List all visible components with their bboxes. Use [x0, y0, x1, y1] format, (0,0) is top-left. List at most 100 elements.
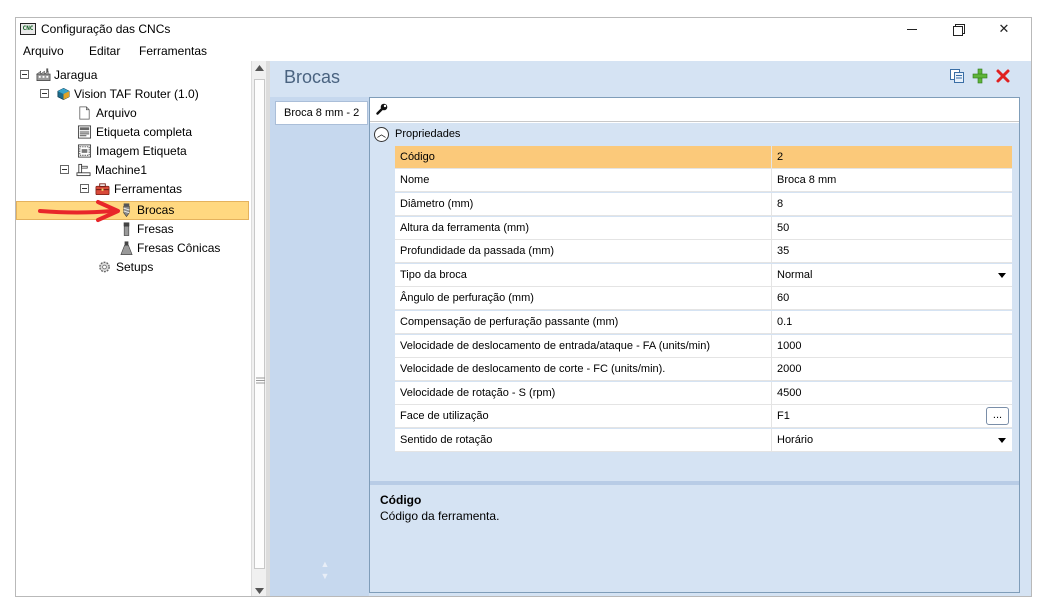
tab-strip: Broca 8 mm - 2 ▲ ▼ [270, 97, 369, 596]
property-name: Ângulo de perfuração (mm) [400, 292, 534, 304]
property-name: Altura da ferramenta (mm) [400, 222, 529, 234]
annotation-arrow [38, 200, 120, 222]
tree-node-etiqueta-completa[interactable]: Etiqueta completa [77, 123, 237, 141]
dropdown-arrow-icon[interactable] [998, 273, 1006, 278]
tree-label: Imagem Etiqueta [96, 144, 187, 158]
property-value[interactable]: 2 [777, 151, 783, 163]
ellipsis-button[interactable]: ... [986, 407, 1009, 425]
property-value[interactable]: 8 [777, 198, 783, 210]
property-value[interactable]: Broca 8 mm [777, 174, 836, 186]
property-name: Tipo da broca [400, 269, 467, 281]
scroll-thumb[interactable] [254, 79, 265, 569]
menu-arquivo[interactable]: Arquivo [23, 44, 64, 58]
end-mill-icon [123, 222, 130, 236]
menu-bar: Arquivo Editar Ferramentas [16, 41, 1031, 61]
add-icon[interactable] [972, 68, 988, 84]
tree-node-fresas-conicas[interactable]: Fresas Cônicas [119, 239, 239, 257]
tab-broca-8mm[interactable]: Broca 8 mm - 2 [275, 101, 368, 125]
property-grid-toolbar [370, 98, 1019, 122]
page-title: Brocas [284, 67, 341, 87]
property-row-codigo[interactable]: Código 2 [395, 146, 1012, 169]
property-row-altura[interactable]: Altura da ferramenta (mm) 50 [395, 217, 1012, 240]
category-row[interactable]: ︿ Propriedades [370, 123, 1019, 146]
label-icon [77, 125, 92, 139]
tree-label: Arquivo [96, 106, 137, 120]
image-label-icon [77, 144, 92, 158]
window-title: Configuração das CNCs [41, 22, 171, 36]
property-row-velocidade-rotacao[interactable]: Velocidade de rotação - S (rpm) 4500 [395, 382, 1012, 405]
property-row-angulo[interactable]: Ângulo de perfuração (mm) 60 [395, 287, 1012, 310]
maximize-button[interactable] [935, 18, 981, 41]
file-icon [79, 106, 90, 120]
property-name: Código [400, 151, 435, 163]
tree-label: Jaragua [54, 68, 98, 82]
title-bar: CNC Configuração das CNCs ✕ [16, 18, 1031, 41]
property-row-compensacao[interactable]: Compensação de perfuração passante (mm) … [395, 311, 1012, 334]
property-name: Nome [400, 174, 430, 186]
property-row-profundidade[interactable]: Profundidade da passada (mm) 35 [395, 240, 1012, 263]
dropdown-arrow-icon[interactable] [998, 438, 1006, 443]
chevron-down-icon[interactable]: ▼ [320, 571, 330, 581]
collapse-icon[interactable] [80, 184, 89, 193]
tree-node-ferramentas[interactable]: Ferramentas [80, 180, 240, 198]
tree-label: Brocas [137, 203, 175, 217]
tree-node-imagem-etiqueta[interactable]: Imagem Etiqueta [77, 142, 237, 160]
property-grid: ︿ Propriedades Código 2 Nome Broca 8 mm … [369, 97, 1020, 593]
tree-scrollbar[interactable] [251, 61, 266, 596]
property-row-nome[interactable]: Nome Broca 8 mm [395, 169, 1012, 192]
collapse-icon[interactable] [20, 70, 29, 79]
grip-icon [256, 377, 265, 384]
property-row-velocidade-entrada[interactable]: Velocidade de deslocamento de entrada/at… [395, 335, 1012, 358]
minimize-button[interactable] [889, 18, 935, 41]
property-value[interactable]: 4500 [777, 387, 801, 399]
property-value[interactable]: 60 [777, 292, 789, 304]
wrench-icon[interactable] [376, 103, 388, 115]
property-name: Velocidade de rotação - S (rpm) [400, 387, 556, 399]
property-name: Diâmetro (mm) [400, 198, 474, 210]
close-button[interactable]: ✕ [981, 18, 1027, 41]
help-title: Código [380, 493, 422, 507]
tree-node-brocas[interactable]: Brocas [119, 201, 239, 219]
property-value[interactable]: Horário [777, 434, 813, 446]
tree-node-jaragua[interactable]: Jaragua [20, 66, 240, 84]
scroll-down-icon[interactable] [255, 588, 264, 594]
tree-node-setups[interactable]: Setups [97, 258, 217, 276]
copy-icon[interactable] [949, 68, 965, 84]
property-value[interactable]: 1000 [777, 340, 801, 352]
menu-editar[interactable]: Editar [89, 44, 120, 58]
help-text: Código da ferramenta. [380, 509, 500, 523]
app-window: CNC Configuração das CNCs ✕ Arquivo Edit… [15, 17, 1032, 597]
cube-icon [57, 87, 70, 101]
delete-icon[interactable] [995, 68, 1011, 84]
property-row-velocidade-corte[interactable]: Velocidade de deslocamento de corte - FC… [395, 358, 1012, 381]
property-row-tipo-broca[interactable]: Tipo da broca Normal [395, 264, 1012, 287]
property-value[interactable]: 50 [777, 222, 789, 234]
gear-icon [99, 261, 110, 273]
property-grid-body: ︿ Propriedades Código 2 Nome Broca 8 mm … [370, 123, 1019, 488]
collapse-category-icon[interactable]: ︿ [374, 127, 389, 142]
property-value[interactable]: F1 [777, 410, 790, 422]
conical-mill-icon [120, 241, 133, 255]
property-value[interactable]: 2000 [777, 363, 801, 375]
property-row-sentido-rotacao[interactable]: Sentido de rotação Horário [395, 429, 1012, 452]
chevron-up-icon[interactable]: ▲ [320, 559, 330, 569]
property-row-diametro[interactable]: Diâmetro (mm) 8 [395, 193, 1012, 216]
property-name: Sentido de rotação [400, 434, 493, 446]
collapse-icon[interactable] [60, 165, 69, 174]
property-name: Face de utilização [400, 410, 489, 422]
toolbox-icon [95, 183, 110, 195]
property-value[interactable]: 0.1 [777, 316, 792, 328]
tree-label: Fresas [137, 222, 174, 236]
tree-node-vision-taf-router[interactable]: Vision TAF Router (1.0) [40, 85, 240, 103]
machine-icon [76, 163, 91, 177]
tree-node-arquivo[interactable]: Arquivo [77, 104, 237, 122]
tree-node-machine1[interactable]: Machine1 [60, 161, 230, 179]
property-value[interactable]: 35 [777, 245, 789, 257]
tree-label: Setups [116, 260, 154, 274]
property-row-face-utilizacao[interactable]: Face de utilização F1 ... [395, 405, 1012, 428]
scroll-up-icon[interactable] [255, 65, 264, 71]
tree-node-fresas[interactable]: Fresas [119, 220, 239, 238]
menu-ferramentas[interactable]: Ferramentas [139, 44, 207, 58]
property-value[interactable]: Normal [777, 269, 812, 281]
collapse-icon[interactable] [40, 89, 49, 98]
